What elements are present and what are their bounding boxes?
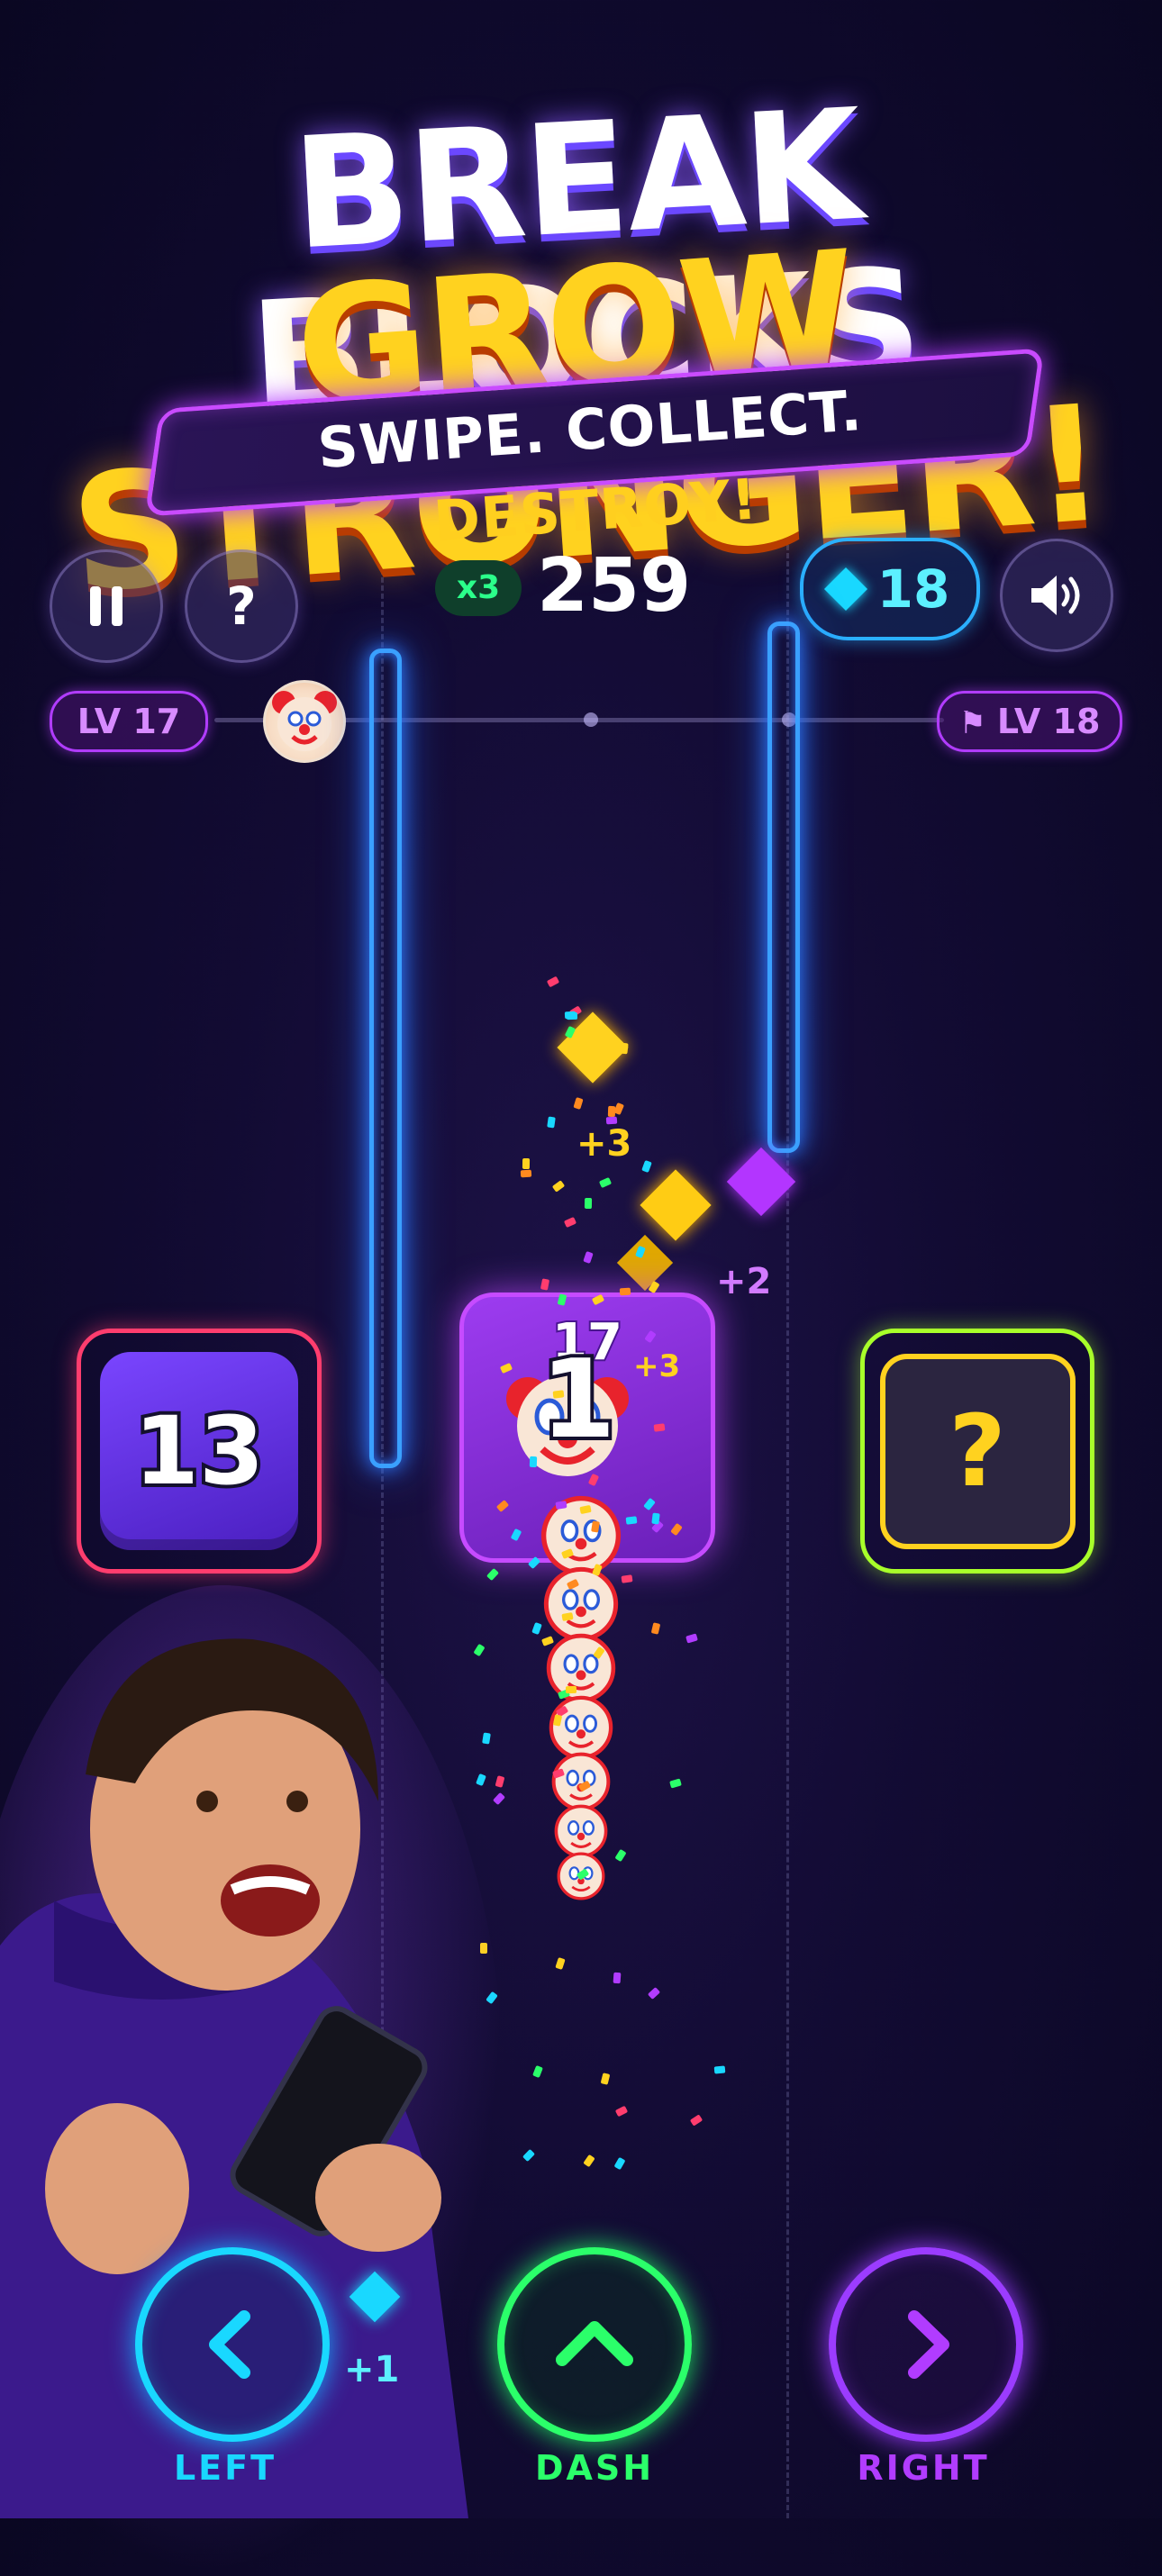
neon-wall-right	[767, 621, 800, 1153]
dash-button[interactable]	[497, 2247, 692, 2442]
gold-diamond	[640, 1169, 712, 1241]
confetti-piece	[554, 1956, 566, 1970]
bonus-plus3: +3	[633, 1348, 681, 1384]
confetti-piece	[585, 1198, 593, 1210]
confetti-piece	[486, 1567, 499, 1581]
confetti-piece	[552, 1180, 566, 1193]
next-level-badge: ⚑ LV 18	[937, 691, 1122, 752]
purple-diamond	[726, 1147, 796, 1217]
gem-count: 18	[876, 558, 950, 620]
confetti-piece	[613, 1972, 622, 1984]
sound-button[interactable]	[1000, 539, 1113, 652]
mystery-block-right: ?	[860, 1329, 1094, 1574]
left-label: LEFT	[173, 2448, 277, 2488]
next-level-label: LV 18	[996, 702, 1101, 741]
confetti-piece	[607, 1106, 615, 1118]
confetti-piece	[598, 1177, 613, 1189]
block-value: 13	[131, 1392, 268, 1510]
confetti-piece	[590, 1520, 600, 1533]
chevron-left-icon	[209, 2310, 250, 2379]
confetti-piece	[625, 1516, 638, 1525]
gold-diamond	[557, 1011, 629, 1084]
confetti-piece	[713, 2065, 726, 2074]
confetti-piece	[669, 1778, 682, 1789]
chevron-right-icon	[908, 2310, 949, 2379]
level-progress-clown-icon	[263, 680, 347, 763]
confetti-piece	[653, 1423, 666, 1432]
right-button[interactable]	[829, 2247, 1023, 2442]
number-block-left: 13	[77, 1329, 322, 1574]
trailing-clown-segment	[546, 1633, 616, 1703]
confetti-piece	[522, 2149, 536, 2163]
confetti-piece	[563, 1217, 576, 1229]
confetti-piece	[546, 975, 559, 988]
confetti-piece	[573, 1097, 584, 1110]
gem-counter: 18	[800, 538, 980, 640]
confetti-piece	[565, 1685, 577, 1694]
confetti-piece	[621, 1574, 633, 1583]
player-count: 1	[537, 1338, 619, 1463]
confetti-piece	[521, 1169, 532, 1177]
score-multiplier-badge: x3	[435, 560, 522, 616]
bonus-plus2: +2	[716, 1261, 772, 1302]
mystery-question-mark: ?	[949, 1393, 1006, 1509]
confetti-piece	[651, 1512, 660, 1525]
confetti-piece	[685, 1633, 698, 1644]
help-button[interactable]: ?	[185, 549, 298, 663]
confetti-piece	[614, 2106, 629, 2118]
confetti-piece	[547, 1116, 557, 1129]
confetti-piece	[582, 1250, 594, 1264]
confetti-piece	[614, 1848, 627, 1862]
confetti-piece	[530, 1456, 538, 1467]
score-value: 259	[537, 543, 692, 629]
confetti-piece	[532, 2064, 543, 2078]
speaker-icon	[1031, 576, 1080, 615]
confetti-piece	[619, 1288, 631, 1296]
confetti-piece	[583, 2154, 595, 2168]
flag-icon: ⚑	[958, 705, 997, 741]
chevron-up-icon	[556, 2321, 633, 2366]
bonus-plus3: +3	[576, 1123, 632, 1165]
confetti-piece	[690, 2113, 704, 2127]
gold-diamond	[616, 1234, 674, 1292]
neon-wall-left	[369, 649, 402, 1468]
help-label: ?	[226, 576, 257, 637]
trailing-clown-segment	[551, 1752, 611, 1811]
confetti-piece	[613, 2157, 626, 2171]
trailing-clown-segment	[549, 1695, 613, 1760]
pause-icon	[85, 586, 128, 626]
current-level-badge: LV 17	[50, 691, 208, 752]
confetti-piece	[620, 1042, 630, 1055]
dash-label: DASH	[534, 2448, 655, 2488]
trailing-clown-segment	[554, 1804, 608, 1858]
confetti-piece	[651, 1622, 661, 1635]
gem-icon	[823, 567, 867, 612]
confetti-piece	[600, 2072, 611, 2085]
right-label: RIGHT	[857, 2448, 990, 2488]
confetti-piece	[522, 1158, 530, 1170]
confetti-piece	[564, 1011, 576, 1020]
trailing-clown-segment	[543, 1566, 619, 1642]
confetti-piece	[605, 1116, 617, 1125]
confetti-piece	[531, 1621, 542, 1635]
bonus-plus1: +1	[344, 2349, 400, 2390]
pause-button[interactable]	[50, 549, 163, 663]
confetti-piece	[540, 1278, 550, 1291]
left-button[interactable]	[135, 2247, 330, 2442]
tagline-part-2: DESTROY!	[431, 466, 760, 555]
confetti-piece	[641, 1159, 652, 1173]
confetti-piece	[648, 1986, 661, 2000]
